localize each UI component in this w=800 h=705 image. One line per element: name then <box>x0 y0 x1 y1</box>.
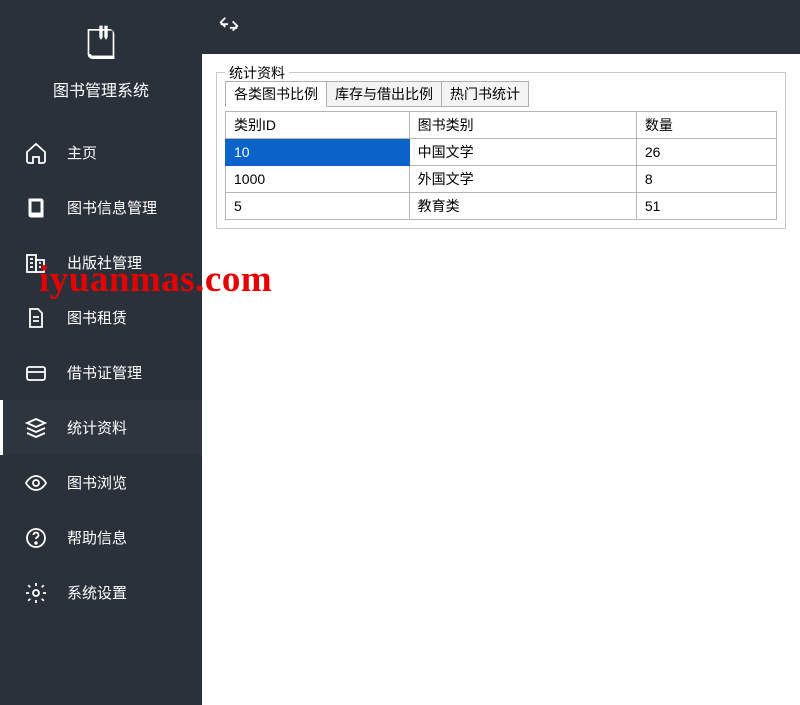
sidebar-item-label: 出版社管理 <box>67 252 142 273</box>
cell-count: 51 <box>636 193 776 220</box>
sidebar-item-label: 统计资料 <box>67 417 127 438</box>
sidebar-item-book-info[interactable]: 图书信息管理 <box>0 180 202 235</box>
sidebar-item-label: 系统设置 <box>67 582 127 603</box>
sidebar-item-label: 图书租赁 <box>67 307 127 328</box>
app-root: 图书管理系统 主页 图书信息管理 出版社管理 图书租赁 借书证管理 <box>0 0 800 705</box>
col-id[interactable]: 类别ID <box>226 112 410 139</box>
sidebar-item-help[interactable]: 帮助信息 <box>0 510 202 565</box>
sidebar-nav: 主页 图书信息管理 出版社管理 图书租赁 借书证管理 统计资料 <box>0 125 202 620</box>
topbar <box>202 0 800 54</box>
sidebar-item-publisher[interactable]: 出版社管理 <box>0 235 202 290</box>
sidebar-item-label: 借书证管理 <box>67 362 142 383</box>
sidebar-item-home[interactable]: 主页 <box>0 125 202 180</box>
sidebar-item-label: 帮助信息 <box>67 527 127 548</box>
sidebar-item-settings[interactable]: 系统设置 <box>0 565 202 620</box>
help-icon <box>23 525 49 551</box>
group-title: 统计资料 <box>225 63 289 83</box>
table-header-row: 类别ID 图书类别 数量 <box>226 112 777 139</box>
layers-icon <box>23 415 49 441</box>
expand-collapse-icon[interactable] <box>218 15 240 40</box>
sidebar-item-card[interactable]: 借书证管理 <box>0 345 202 400</box>
cell-id: 5 <box>226 193 410 220</box>
brand-title: 图书管理系统 <box>53 77 149 101</box>
eye-icon <box>23 470 49 496</box>
cell-count: 26 <box>636 139 776 166</box>
tab-stock-ratio[interactable]: 库存与借出比例 <box>326 81 442 107</box>
table-row[interactable]: 10 中国文学 26 <box>226 139 777 166</box>
tab-popular[interactable]: 热门书统计 <box>441 81 529 107</box>
cell-id: 10 <box>226 139 410 166</box>
home-icon <box>23 140 49 166</box>
building-icon <box>23 250 49 276</box>
book-logo-icon <box>81 24 121 67</box>
sidebar-item-stats[interactable]: 统计资料 <box>0 400 202 455</box>
card-icon <box>23 360 49 386</box>
table-row[interactable]: 5 教育类 51 <box>226 193 777 220</box>
col-category[interactable]: 图书类别 <box>409 112 636 139</box>
sidebar: 图书管理系统 主页 图书信息管理 出版社管理 图书租赁 借书证管理 <box>0 0 202 705</box>
gear-icon <box>23 580 49 606</box>
document-icon <box>23 305 49 331</box>
cell-category: 教育类 <box>409 193 636 220</box>
main: 统计资料 各类图书比例 库存与借出比例 热门书统计 类别ID 图书类别 数量 <box>202 0 800 705</box>
content: 统计资料 各类图书比例 库存与借出比例 热门书统计 类别ID 图书类别 数量 <box>202 54 800 705</box>
stats-group: 统计资料 各类图书比例 库存与借出比例 热门书统计 类别ID 图书类别 数量 <box>216 72 786 229</box>
sidebar-item-rental[interactable]: 图书租赁 <box>0 290 202 345</box>
cell-count: 8 <box>636 166 776 193</box>
stats-table[interactable]: 类别ID 图书类别 数量 10 中国文学 26 1000 <box>225 111 777 220</box>
col-count[interactable]: 数量 <box>636 112 776 139</box>
sidebar-item-label: 图书浏览 <box>67 472 127 493</box>
cell-category: 外国文学 <box>409 166 636 193</box>
sidebar-item-browse[interactable]: 图书浏览 <box>0 455 202 510</box>
sidebar-item-label: 图书信息管理 <box>67 197 157 218</box>
book-icon <box>23 195 49 221</box>
brand: 图书管理系统 <box>0 0 202 119</box>
table-row[interactable]: 1000 外国文学 8 <box>226 166 777 193</box>
tab-bar: 各类图书比例 库存与借出比例 热门书统计 <box>225 81 777 107</box>
cell-category: 中国文学 <box>409 139 636 166</box>
cell-id: 1000 <box>226 166 410 193</box>
tab-category-ratio[interactable]: 各类图书比例 <box>225 81 327 107</box>
sidebar-item-label: 主页 <box>67 142 97 163</box>
